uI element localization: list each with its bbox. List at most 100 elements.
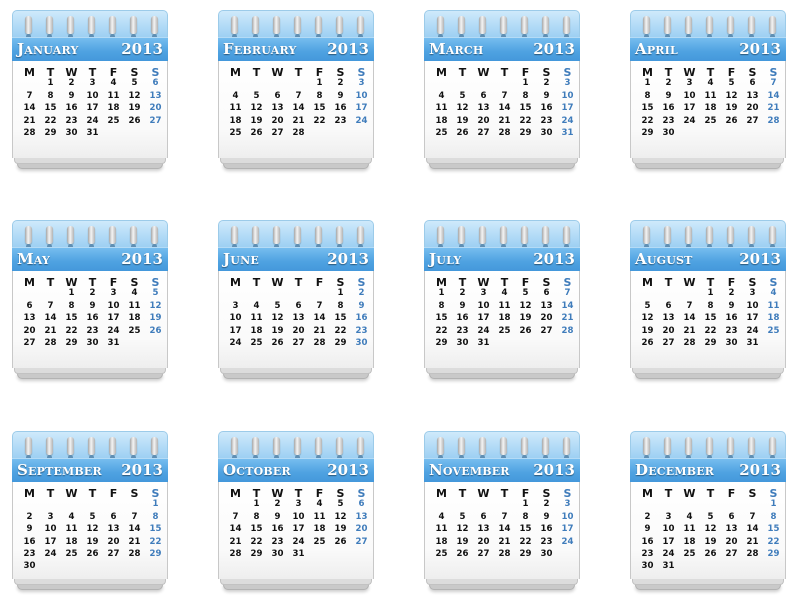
date-cell[interactable]: 4 <box>431 90 452 102</box>
date-cell[interactable]: 3 <box>40 511 61 523</box>
date-cell[interactable]: 14 <box>40 312 61 324</box>
date-cell[interactable]: 21 <box>225 536 246 548</box>
date-cell[interactable]: 14 <box>494 102 515 114</box>
date-cell[interactable]: 7 <box>288 90 309 102</box>
date-cell[interactable]: 18 <box>61 536 82 548</box>
date-cell[interactable]: 3 <box>658 511 679 523</box>
date-cell[interactable]: 17 <box>473 312 494 324</box>
date-cell[interactable]: 5 <box>452 511 473 523</box>
date-cell[interactable]: 16 <box>82 312 103 324</box>
date-cell[interactable]: 24 <box>82 115 103 127</box>
date-cell[interactable]: 2 <box>658 77 679 89</box>
date-cell[interactable]: 7 <box>742 511 763 523</box>
date-cell[interactable]: 11 <box>124 300 145 312</box>
date-cell[interactable]: 23 <box>267 536 288 548</box>
date-cell[interactable]: 25 <box>225 127 246 139</box>
date-cell[interactable]: 20 <box>536 312 557 324</box>
date-cell[interactable]: 4 <box>124 287 145 299</box>
date-cell[interactable]: 18 <box>679 536 700 548</box>
sunday-date[interactable]: 29 <box>763 548 784 560</box>
date-cell[interactable]: 24 <box>679 115 700 127</box>
date-cell[interactable]: 14 <box>225 523 246 535</box>
date-cell[interactable]: 26 <box>515 325 536 337</box>
date-cell[interactable]: 17 <box>658 536 679 548</box>
sunday-date[interactable]: 28 <box>557 325 578 337</box>
sunday-date[interactable]: 24 <box>557 115 578 127</box>
date-cell[interactable]: 7 <box>494 511 515 523</box>
date-cell[interactable]: 23 <box>19 548 40 560</box>
date-cell[interactable]: 20 <box>473 536 494 548</box>
sunday-date[interactable]: 24 <box>557 536 578 548</box>
date-cell[interactable]: 27 <box>473 548 494 560</box>
date-cell[interactable]: 22 <box>431 325 452 337</box>
date-cell[interactable]: 7 <box>19 90 40 102</box>
date-cell[interactable]: 21 <box>124 536 145 548</box>
date-cell[interactable]: 24 <box>742 325 763 337</box>
date-cell[interactable]: 25 <box>61 548 82 560</box>
date-cell[interactable]: 12 <box>515 300 536 312</box>
date-cell[interactable]: 26 <box>700 548 721 560</box>
date-cell[interactable]: 13 <box>742 90 763 102</box>
date-cell[interactable]: 7 <box>124 511 145 523</box>
date-cell[interactable]: 21 <box>679 325 700 337</box>
date-cell[interactable]: 17 <box>225 325 246 337</box>
date-cell[interactable]: 30 <box>637 560 658 572</box>
date-cell[interactable]: 3 <box>288 498 309 510</box>
date-cell[interactable]: 6 <box>19 300 40 312</box>
date-cell[interactable]: 27 <box>721 548 742 560</box>
date-cell[interactable]: 27 <box>267 127 288 139</box>
sunday-date[interactable]: 19 <box>145 312 166 324</box>
date-cell[interactable]: 9 <box>19 523 40 535</box>
date-cell[interactable]: 24 <box>103 325 124 337</box>
date-cell[interactable]: 29 <box>330 337 351 349</box>
date-cell[interactable]: 5 <box>721 77 742 89</box>
sunday-date[interactable]: 11 <box>763 300 784 312</box>
date-cell[interactable]: 28 <box>124 548 145 560</box>
date-cell[interactable]: 3 <box>473 287 494 299</box>
date-cell[interactable]: 1 <box>515 498 536 510</box>
date-cell[interactable]: 15 <box>246 523 267 535</box>
date-cell[interactable]: 14 <box>309 312 330 324</box>
date-cell[interactable]: 13 <box>103 523 124 535</box>
date-cell[interactable]: 20 <box>103 536 124 548</box>
date-cell[interactable]: 19 <box>246 115 267 127</box>
date-cell[interactable]: 30 <box>721 337 742 349</box>
date-cell[interactable]: 7 <box>40 300 61 312</box>
date-cell[interactable]: 19 <box>82 536 103 548</box>
sunday-date[interactable]: 30 <box>351 337 372 349</box>
sunday-date[interactable]: 5 <box>145 287 166 299</box>
date-cell[interactable]: 5 <box>267 300 288 312</box>
date-cell[interactable]: 9 <box>658 90 679 102</box>
sunday-date[interactable]: 8 <box>763 511 784 523</box>
date-cell[interactable]: 12 <box>721 90 742 102</box>
date-cell[interactable]: 27 <box>742 115 763 127</box>
sunday-date[interactable]: 17 <box>351 102 372 114</box>
date-cell[interactable]: 7 <box>494 90 515 102</box>
date-cell[interactable]: 26 <box>452 548 473 560</box>
date-cell[interactable]: 16 <box>452 312 473 324</box>
date-cell[interactable]: 26 <box>82 548 103 560</box>
date-cell[interactable]: 15 <box>309 102 330 114</box>
sunday-date[interactable]: 10 <box>557 90 578 102</box>
date-cell[interactable]: 25 <box>431 548 452 560</box>
date-cell[interactable]: 9 <box>82 300 103 312</box>
date-cell[interactable]: 6 <box>536 287 557 299</box>
date-cell[interactable]: 23 <box>330 115 351 127</box>
date-cell[interactable]: 14 <box>742 523 763 535</box>
date-cell[interactable]: 29 <box>40 127 61 139</box>
date-cell[interactable]: 4 <box>225 90 246 102</box>
date-cell[interactable]: 28 <box>288 127 309 139</box>
sunday-date[interactable]: 27 <box>351 536 372 548</box>
date-cell[interactable]: 20 <box>742 102 763 114</box>
date-cell[interactable]: 18 <box>246 325 267 337</box>
date-cell[interactable]: 16 <box>61 102 82 114</box>
date-cell[interactable]: 7 <box>679 300 700 312</box>
date-cell[interactable]: 9 <box>452 300 473 312</box>
date-cell[interactable]: 30 <box>536 548 557 560</box>
date-cell[interactable]: 25 <box>309 536 330 548</box>
sunday-date[interactable]: 14 <box>763 90 784 102</box>
sunday-date[interactable]: 25 <box>763 325 784 337</box>
date-cell[interactable]: 10 <box>658 523 679 535</box>
date-cell[interactable]: 17 <box>40 536 61 548</box>
date-cell[interactable]: 18 <box>494 312 515 324</box>
